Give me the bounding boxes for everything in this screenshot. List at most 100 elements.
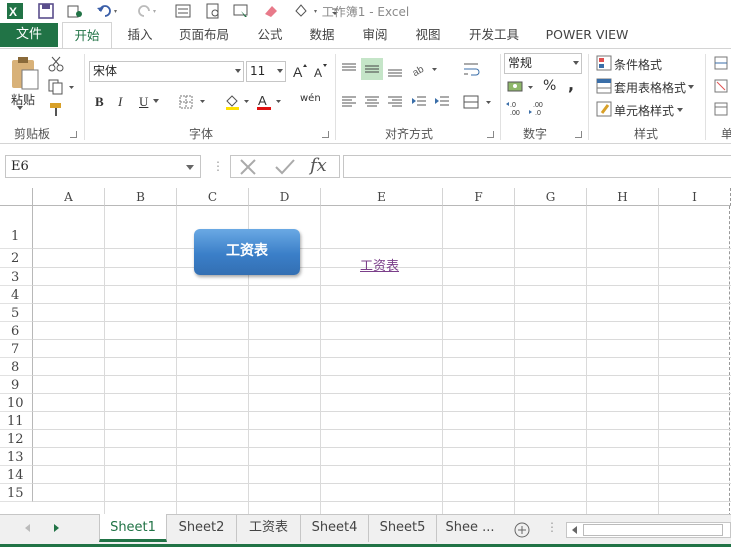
paste-label[interactable]: 粘贴	[11, 91, 35, 108]
select-all-corner[interactable]	[0, 188, 33, 206]
align-middle-icon[interactable]	[361, 58, 383, 80]
decrease-decimal-icon[interactable]: .00.0	[529, 100, 549, 119]
align-bottom-icon[interactable]	[386, 60, 404, 81]
comma-button[interactable]: ,	[568, 75, 574, 94]
row-header-10[interactable]: 10	[0, 394, 33, 412]
salary-sheet-shape-button[interactable]: 工资表	[194, 229, 300, 275]
sheet-tab-sheet5[interactable]: Sheet5	[369, 514, 437, 542]
format-cells-icon[interactable]	[713, 101, 731, 120]
bold-button[interactable]: B	[95, 94, 104, 110]
fill-color-icon[interactable]	[224, 93, 254, 114]
col-header-d[interactable]: D	[249, 188, 321, 206]
row-header-6[interactable]: 6	[0, 322, 33, 340]
sheet-tab-sheet4[interactable]: Sheet4	[301, 514, 369, 542]
sheet-tab-salary[interactable]: 工资表	[237, 514, 301, 542]
conditional-formatting-icon[interactable]	[596, 55, 612, 74]
paste-icon[interactable]	[8, 56, 40, 93]
worksheet-grid[interactable]: A B C D E F G H I 1 2 3 4 5 6 7 8 9 10 1…	[0, 188, 731, 514]
formula-input[interactable]	[343, 155, 731, 178]
decrease-indent-icon[interactable]	[410, 94, 428, 113]
increase-font-icon[interactable]: A	[292, 63, 308, 82]
increase-decimal-icon[interactable]: .0.00	[506, 100, 526, 119]
clipboard-launcher-icon[interactable]	[70, 131, 77, 138]
col-header-g[interactable]: G	[515, 188, 587, 206]
format-as-table-icon[interactable]	[596, 78, 612, 97]
tab-insert[interactable]: 插入	[118, 22, 162, 48]
align-left-icon[interactable]	[340, 94, 358, 113]
row-header-14[interactable]: 14	[0, 466, 33, 484]
row-header-1[interactable]: 1	[0, 206, 33, 249]
insert-cells-icon[interactable]	[713, 55, 731, 74]
row-header-9[interactable]: 9	[0, 376, 33, 394]
col-header-a[interactable]: A	[33, 188, 105, 206]
insert-function-icon[interactable]: fx	[310, 155, 327, 176]
row-header-5[interactable]: 5	[0, 304, 33, 322]
tab-split-grip-icon[interactable]: ⋮	[546, 520, 558, 534]
row-header-8[interactable]: 8	[0, 358, 33, 376]
italic-button[interactable]: I	[118, 94, 122, 110]
number-launcher-icon[interactable]	[575, 131, 582, 138]
row-header-11[interactable]: 11	[0, 412, 33, 430]
row-header-7[interactable]: 7	[0, 340, 33, 358]
alignment-launcher-icon[interactable]	[487, 131, 494, 138]
paste-dropdown-icon[interactable]	[17, 106, 23, 110]
scrollbar-thumb[interactable]	[583, 524, 723, 536]
enter-icon[interactable]	[274, 157, 296, 180]
scroll-prev-sheet-icon[interactable]	[22, 522, 32, 537]
tab-view[interactable]: 视图	[408, 22, 448, 48]
name-box-dropdown-icon[interactable]	[186, 165, 194, 170]
font-name-box[interactable]: 宋体	[89, 61, 244, 82]
conditional-formatting-button[interactable]: 条件格式	[614, 56, 662, 73]
wrap-text-icon[interactable]	[462, 60, 480, 81]
row-header-3[interactable]: 3	[0, 268, 33, 286]
decrease-font-icon[interactable]: A	[313, 63, 329, 82]
orientation-icon[interactable]: ab	[410, 60, 440, 81]
row-header-12[interactable]: 12	[0, 430, 33, 448]
col-header-b[interactable]: B	[105, 188, 177, 206]
cut-icon[interactable]	[47, 55, 65, 76]
increase-indent-icon[interactable]	[433, 94, 451, 113]
col-header-c[interactable]: C	[177, 188, 249, 206]
copy-icon[interactable]	[47, 78, 77, 99]
font-size-box[interactable]: 11	[246, 61, 286, 82]
cancel-icon[interactable]	[238, 157, 258, 180]
align-top-icon[interactable]	[340, 60, 358, 81]
delete-cells-icon[interactable]	[713, 78, 731, 97]
tab-power-view[interactable]: POWER VIEW	[540, 22, 634, 48]
tab-file[interactable]: 文件	[0, 23, 58, 47]
row-header-4[interactable]: 4	[0, 286, 33, 304]
tab-review[interactable]: 审阅	[355, 22, 395, 48]
merge-center-icon[interactable]	[462, 93, 494, 114]
col-header-i[interactable]: I	[659, 188, 731, 206]
cell-styles-button[interactable]: 单元格样式	[614, 102, 674, 119]
underline-dropdown-icon[interactable]	[153, 99, 159, 103]
percent-button[interactable]: %	[543, 78, 556, 94]
scroll-next-sheet-icon[interactable]	[52, 522, 62, 537]
align-center-icon[interactable]	[363, 94, 381, 113]
row-header-2[interactable]: 2	[0, 249, 33, 268]
format-as-table-button[interactable]: 套用表格格式	[614, 79, 686, 96]
phonetic-button[interactable]: wén	[300, 93, 321, 104]
format-table-dropdown-icon[interactable]	[688, 85, 694, 89]
col-header-f[interactable]: F	[443, 188, 515, 206]
row-header-15[interactable]: 15	[0, 484, 33, 502]
borders-icon[interactable]	[178, 94, 208, 113]
tab-home[interactable]: 开始	[62, 22, 112, 49]
sheet-tab-sheet2[interactable]: Sheet2	[167, 514, 237, 542]
font-color-icon[interactable]: A	[256, 93, 286, 114]
accounting-format-icon[interactable]	[506, 78, 536, 99]
cell-styles-dropdown-icon[interactable]	[677, 108, 683, 112]
format-painter-icon[interactable]	[47, 100, 65, 121]
new-sheet-icon[interactable]	[513, 521, 531, 542]
sheet-tab-sheet1[interactable]: Sheet1	[99, 514, 167, 542]
sheet-tab-overflow[interactable]: Shee ...	[437, 514, 503, 542]
col-header-e[interactable]: E	[321, 188, 443, 206]
name-box[interactable]: E6	[5, 155, 201, 178]
font-launcher-icon[interactable]	[322, 131, 329, 138]
tab-data[interactable]: 数据	[302, 22, 342, 48]
tab-developer[interactable]: 开发工具	[462, 22, 526, 48]
cell-styles-icon[interactable]	[596, 101, 612, 120]
row-header-13[interactable]: 13	[0, 448, 33, 466]
align-right-icon[interactable]	[386, 94, 404, 113]
tab-page-layout[interactable]: 页面布局	[172, 22, 236, 48]
